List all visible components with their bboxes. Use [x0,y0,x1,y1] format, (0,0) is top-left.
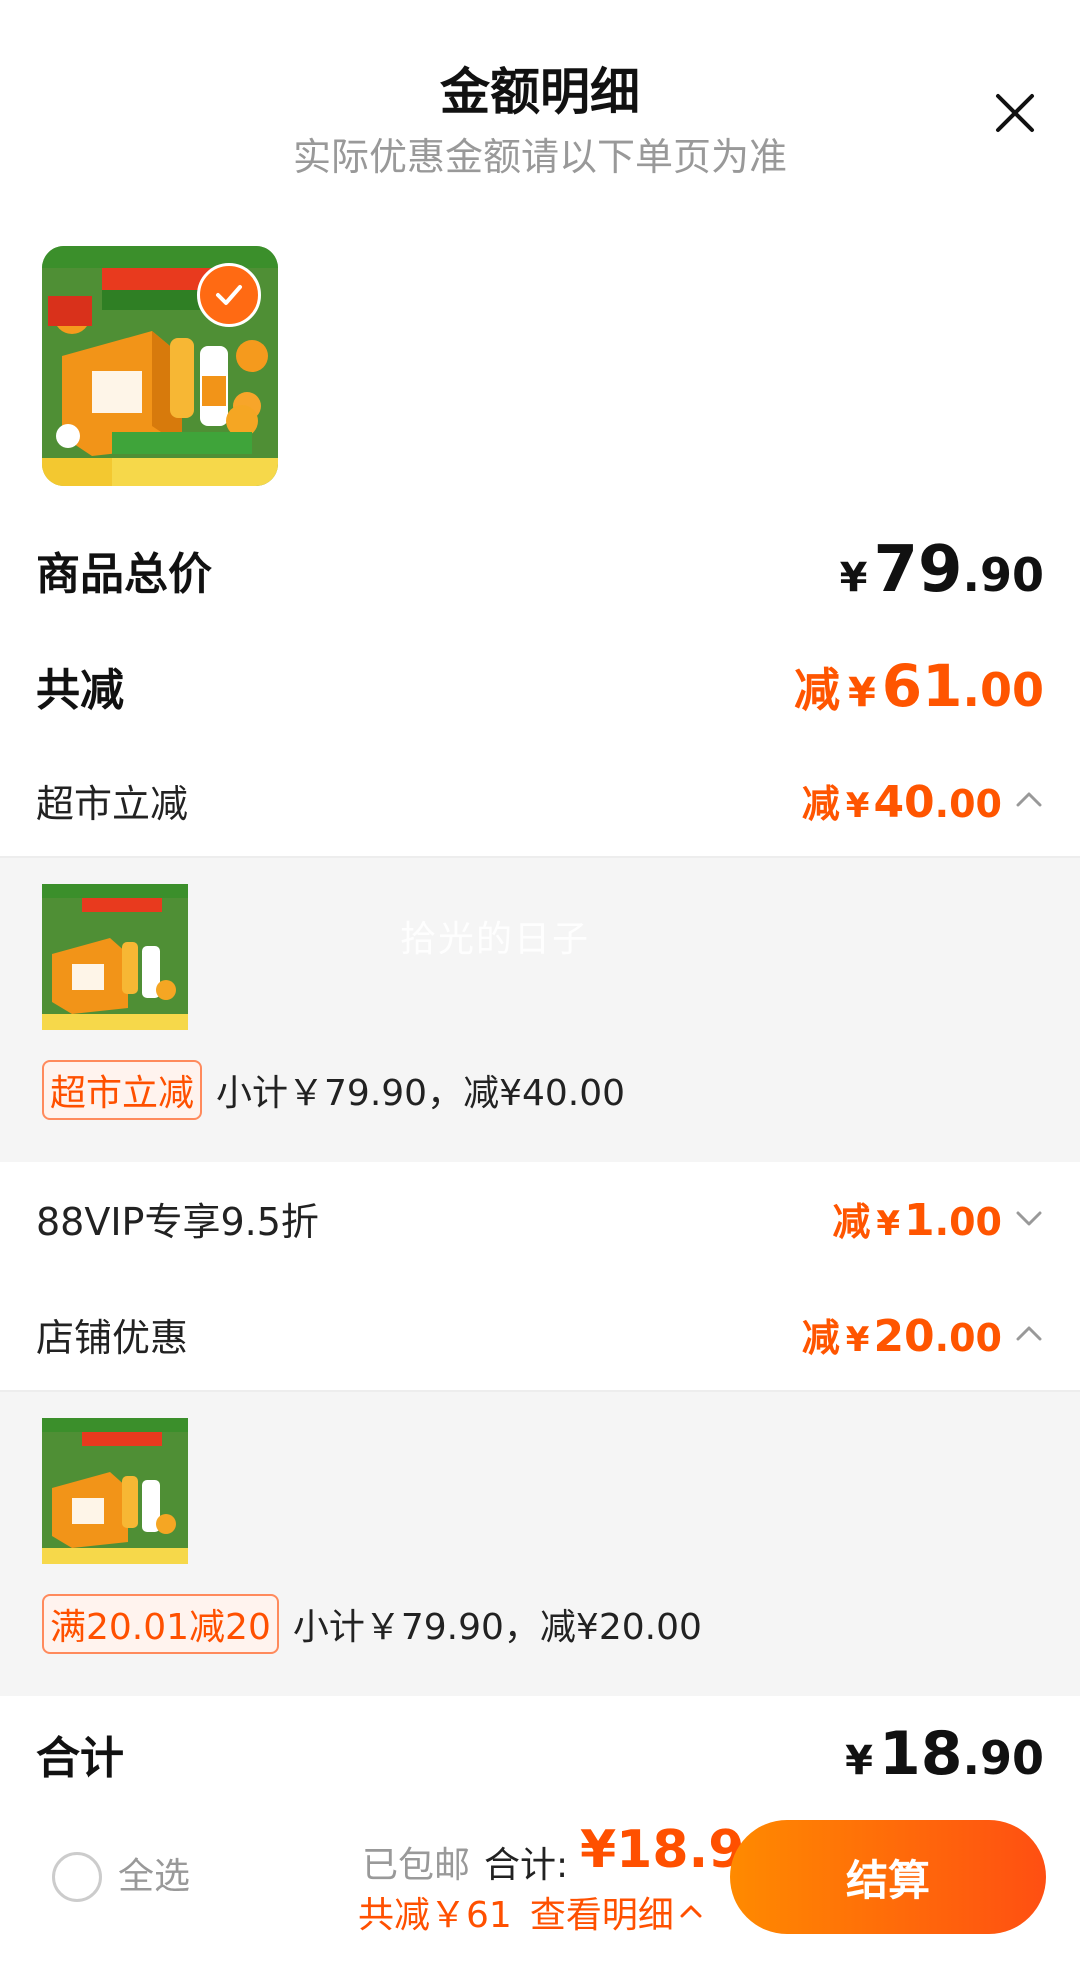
bottom-total-value: ¥18.9 [580,1820,745,1880]
checkout-button[interactable]: 结算 [730,1820,1046,1934]
nfc-orange-juice-small-image [42,884,188,1030]
store-promo-text: 小计￥79.90，减¥20.00 [292,1607,702,1648]
total-discount-value: 减 ¥ 61 .00 [793,652,1044,720]
total-discount-row: 共减 减 ¥ 61 .00 [36,646,1044,726]
vip-discount-label: 88VIP专享9.5折 [36,1199,319,1244]
select-all-radio[interactable] [52,1852,102,1902]
chevron-up-icon [1016,792,1042,807]
sheet-title: 金额明细 [440,63,640,121]
supermarket-discount-panel: 超市立减 小计￥79.90，减¥40.00 [0,856,1080,1162]
store-discount-panel: 满20.01减20 小计￥79.90，减¥20.00 [0,1390,1080,1696]
panel-product-thumbnail [42,884,188,1030]
chevron-up-icon [1016,1326,1042,1341]
store-promo-tag: 满20.01减20 [42,1594,279,1654]
chevron-up-icon [680,1905,702,1918]
bottom-discount-summary: 共减￥61 [358,1895,512,1936]
close-icon[interactable] [990,88,1040,138]
panel-product-thumbnail [42,1418,188,1564]
view-detail-label: 查看明细 [529,1895,674,1936]
supermarket-promo-tag: 超市立减 [42,1060,203,1120]
total-discount-label: 共减 [36,665,124,716]
supermarket-discount-row[interactable]: 超市立减 减 ¥ 40 .00 [36,760,1044,840]
product-selected-checkbox[interactable] [197,263,261,327]
select-all-label[interactable]: 全选 [118,1852,190,1902]
checkmark-icon [216,285,242,305]
chevron-down-icon [1016,1211,1042,1226]
total-price-value: ¥ 79 .90 [839,533,1044,607]
total-price-row: 商品总价 ¥ 79 .90 [36,530,1044,610]
vip-discount-value: 减 ¥ 1 .00 [832,1194,1002,1246]
grand-total-row: 合计 ¥ 18 .90 [36,1714,1044,1794]
total-price-label: 商品总价 [36,549,212,600]
vip-discount-row[interactable]: 88VIP专享9.5折 减 ¥ 1 .00 [36,1178,1044,1258]
supermarket-discount-label: 超市立减 [36,781,189,826]
sheet-subtitle: 实际优惠金额请以下单页为准 [292,135,787,179]
watermark: 拾光的日子 [400,919,591,960]
supermarket-promo-text: 小计￥79.90，减¥40.00 [216,1073,626,1114]
store-discount-value: 减 ¥ 20 .00 [801,1310,1002,1362]
store-promo-line: 满20.01减20 小计￥79.90，减¥20.00 [42,1594,702,1654]
nfc-orange-juice-small-image [42,1418,188,1564]
store-discount-label: 店铺优惠 [36,1315,189,1360]
store-discount-row[interactable]: 店铺优惠 减 ¥ 20 .00 [36,1294,1044,1374]
shipping-status: 已包邮 [362,1845,471,1886]
grand-total-label: 合计 [36,1733,124,1784]
supermarket-promo-line: 超市立减 小计￥79.90，减¥40.00 [42,1060,625,1120]
amount-detail-sheet: 金额明细 实际优惠金额请以下单页为准 商品总价 ¥ 79 .90 共减 减 ¥ … [0,0,1080,1968]
grand-total-value: ¥ 18 .90 [845,1719,1044,1789]
supermarket-discount-value: 减 ¥ 40 .00 [801,776,1002,828]
bottom-total-label: 合计: [484,1845,569,1886]
view-detail-link[interactable]: 共减￥61 查看明细 [358,1886,704,1938]
